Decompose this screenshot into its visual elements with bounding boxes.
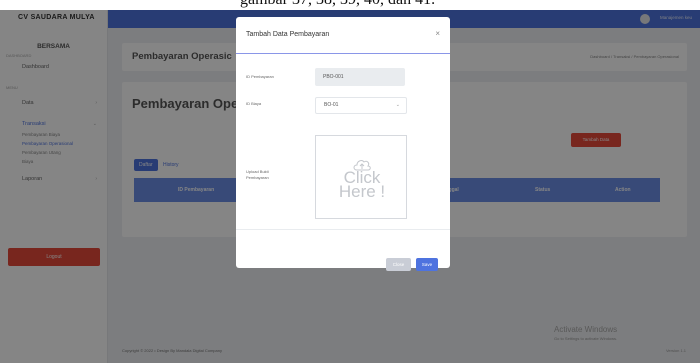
chevron-down-icon: ⌄ [395,102,400,108]
app-screen: CV SAUDARA MULYA BERSAMA DASHBOARD Dashb… [0,10,700,363]
page-caption: gambar 37, 38, 39, 40, dan 41. [0,0,700,10]
upload-label: Upload Bukti Pembayaran [246,169,269,180]
id-pembayaran-field: PBO-001 [315,68,405,86]
save-button[interactable]: Save [416,258,438,271]
upload-label-line-1: Upload Bukti [246,169,269,174]
caption-text: gambar 37, 38, 39, 40, dan 41. [240,0,435,9]
upload-dropzone[interactable]: Click Here ! [315,135,407,219]
modal-title: Tambah Data Pembayaran [246,31,330,38]
modal-divider [236,53,450,54]
add-payment-modal: Tambah Data Pembayaran × ID Pembayaran P… [236,17,450,271]
modal-footer-divider [236,229,450,230]
close-button[interactable]: Close [386,258,411,271]
close-icon[interactable]: × [435,29,440,38]
id-pembayaran-label: ID Pembayaran [246,74,274,79]
id-biaya-selected-value: BO-01 [324,102,339,108]
id-biaya-label: ID Biaya [246,101,262,106]
upload-here-text: Here ! [338,182,386,201]
upload-label-line-2: Pembayaran [246,174,269,180]
id-biaya-select[interactable]: BO-01 ⌄ [315,97,407,114]
